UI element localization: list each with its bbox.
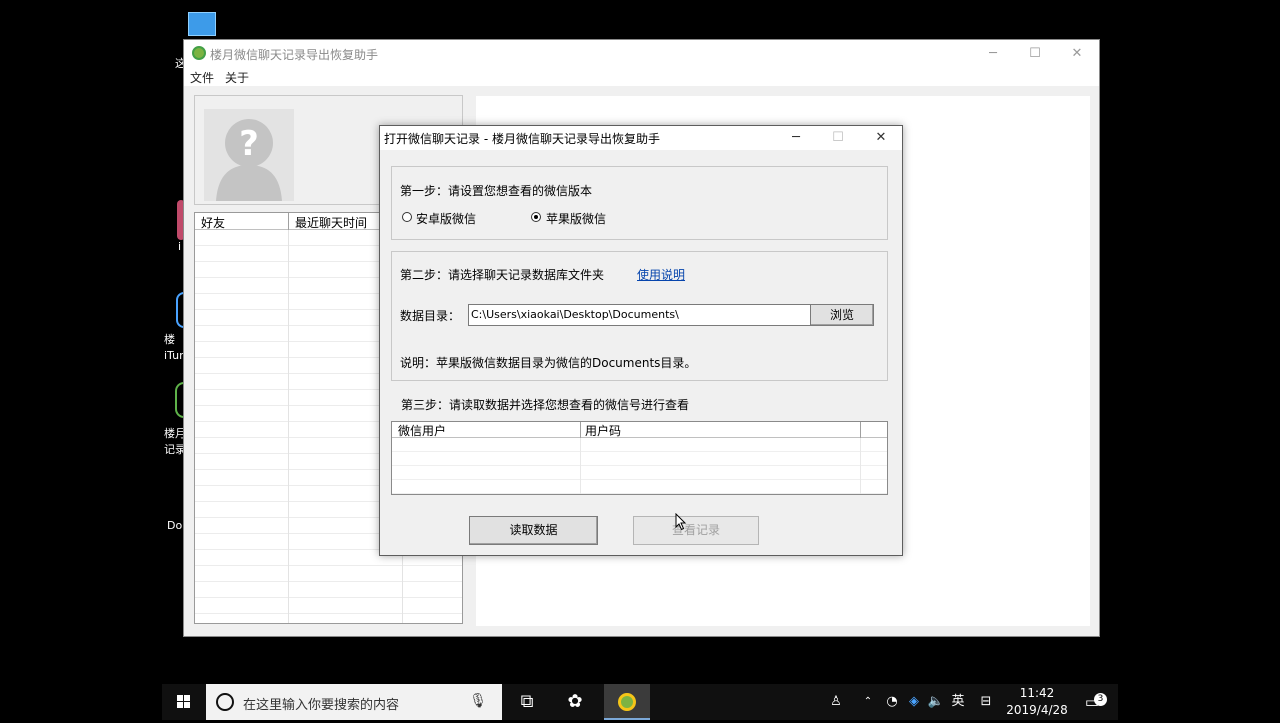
pc-icon[interactable] (188, 12, 216, 36)
svg-text:?: ? (239, 124, 259, 164)
dialog-close-button[interactable]: ✕ (861, 126, 901, 150)
users-table-body (392, 438, 887, 494)
security-icon[interactable]: ◈ (905, 684, 923, 720)
search-placeholder: 在这里输入你要搜索的内容 (243, 698, 400, 713)
main-maximize-button[interactable]: ☐ (1015, 42, 1055, 66)
data-dir-input[interactable]: C:\Users\xiaokai\Desktop\Documents\ (468, 304, 812, 326)
clock-time: 11:42 (1019, 686, 1055, 700)
help-link[interactable]: 使用说明 (637, 266, 685, 283)
cortana-icon (216, 693, 234, 711)
data-dir-label: 数据目录： (400, 309, 461, 323)
step2-group: 第二步：请选择聊天记录数据库文件夹 使用说明 数据目录： C:\Users\xi… (391, 251, 888, 381)
app-logo-icon (192, 46, 206, 60)
col-last-chat-time[interactable]: 最近聊天时间 (295, 214, 367, 231)
radio-ios[interactable] (531, 212, 541, 222)
view-records-button: 查看记录 (633, 516, 759, 545)
dialog-titlebar[interactable]: 打开微信聊天记录 - 楼月微信聊天记录导出恢复助手 ─ ☐ ✕ (380, 126, 902, 150)
clock[interactable]: 11:42 2019/4/28 (1004, 685, 1070, 719)
radio-android[interactable] (402, 212, 412, 222)
mouse-cursor-icon (675, 513, 687, 531)
main-titlebar[interactable]: 楼月微信聊天记录导出恢复助手 ─ ☐ ✕ (184, 40, 1099, 68)
dialog-minimize-button[interactable]: ─ (776, 126, 816, 150)
header-divider (288, 213, 289, 230)
step2-label: 第二步：请选择聊天记录数据库文件夹 (400, 268, 605, 282)
menu-about[interactable]: 关于 (225, 69, 249, 86)
main-close-button[interactable]: ✕ (1057, 42, 1097, 66)
col-friend[interactable]: 好友 (201, 214, 225, 231)
volume-icon[interactable]: 🔈 (926, 684, 946, 720)
read-data-button[interactable]: 读取数据 (469, 516, 598, 545)
wechat-users-table[interactable]: 微信用户 用户码 (391, 421, 888, 495)
menu-file[interactable]: 文件 (190, 69, 214, 86)
menubar: 文件 关于 (184, 68, 1099, 86)
avatar: ? (204, 109, 294, 201)
browse-button[interactable]: 浏览 (810, 304, 874, 326)
header-divider (580, 422, 581, 438)
column-line (860, 438, 861, 494)
microphone-icon[interactable]: 🎙 (469, 693, 487, 709)
ime-mode-icon[interactable]: ⊟ (976, 684, 996, 720)
pinned-app-icon[interactable]: ✿ (552, 684, 598, 720)
wechat-recovery-icon (618, 693, 636, 711)
windows-icon (177, 695, 190, 708)
step1-label: 第一步：请设置您想查看的微信版本 (400, 184, 593, 198)
step3-label: 第三步：请读取数据并选择您想查看的微信号进行查看 (401, 398, 690, 412)
start-button[interactable] (162, 684, 206, 720)
dialog-title: 打开微信聊天记录 - 楼月微信聊天记录导出恢复助手 (384, 132, 660, 146)
col-wechat-user[interactable]: 微信用户 (398, 422, 446, 439)
taskbar: 在这里输入你要搜索的内容 🎙 ⧉ ✿ ♙ ⌃ ◔ ◈ 🔈 英 ⊟ 11:42 2… (162, 684, 1118, 720)
task-view-icon[interactable]: ⧉ (504, 684, 550, 720)
users-table-header: 微信用户 用户码 (392, 422, 887, 438)
clock-date: 2019/4/28 (1006, 703, 1068, 717)
step1-group: 第一步：请设置您想查看的微信版本 安卓版微信 苹果版微信 (391, 166, 888, 240)
desktop-icon-label-document: Do (167, 519, 183, 532)
main-minimize-button[interactable]: ─ (973, 42, 1013, 66)
step2-note: 说明：苹果版微信数据目录为微信的Documents目录。 (400, 356, 697, 370)
dialog-maximize-button: ☐ (832, 130, 844, 145)
search-box[interactable]: 在这里输入你要搜索的内容 🎙 (206, 684, 502, 720)
main-window-title: 楼月微信聊天记录导出恢复助手 (210, 48, 379, 62)
header-divider (860, 422, 861, 438)
unknown-user-icon: ? (216, 119, 282, 201)
radio-ios-label[interactable]: 苹果版微信 (546, 210, 606, 227)
col-user-code[interactable]: 用户码 (585, 422, 621, 439)
notification-count: 3 (1094, 693, 1107, 706)
input-method[interactable]: 英 (949, 684, 967, 720)
network-icon[interactable]: ◔ (882, 684, 902, 720)
wechat-recovery-taskbar-icon[interactable] (604, 684, 650, 720)
notification-center-icon[interactable]: ▭ 3 (1077, 684, 1107, 720)
open-records-dialog: 打开微信聊天记录 - 楼月微信聊天记录导出恢复助手 ─ ☐ ✕ 第一步：请设置您… (379, 125, 903, 556)
column-line (580, 438, 581, 494)
radio-android-label[interactable]: 安卓版微信 (416, 210, 476, 227)
desktop-icon-label-app: i (178, 240, 182, 253)
show-hidden-icons[interactable]: ⌃ (859, 684, 877, 720)
column-line (288, 230, 289, 623)
people-icon[interactable]: ♙ (824, 684, 848, 720)
